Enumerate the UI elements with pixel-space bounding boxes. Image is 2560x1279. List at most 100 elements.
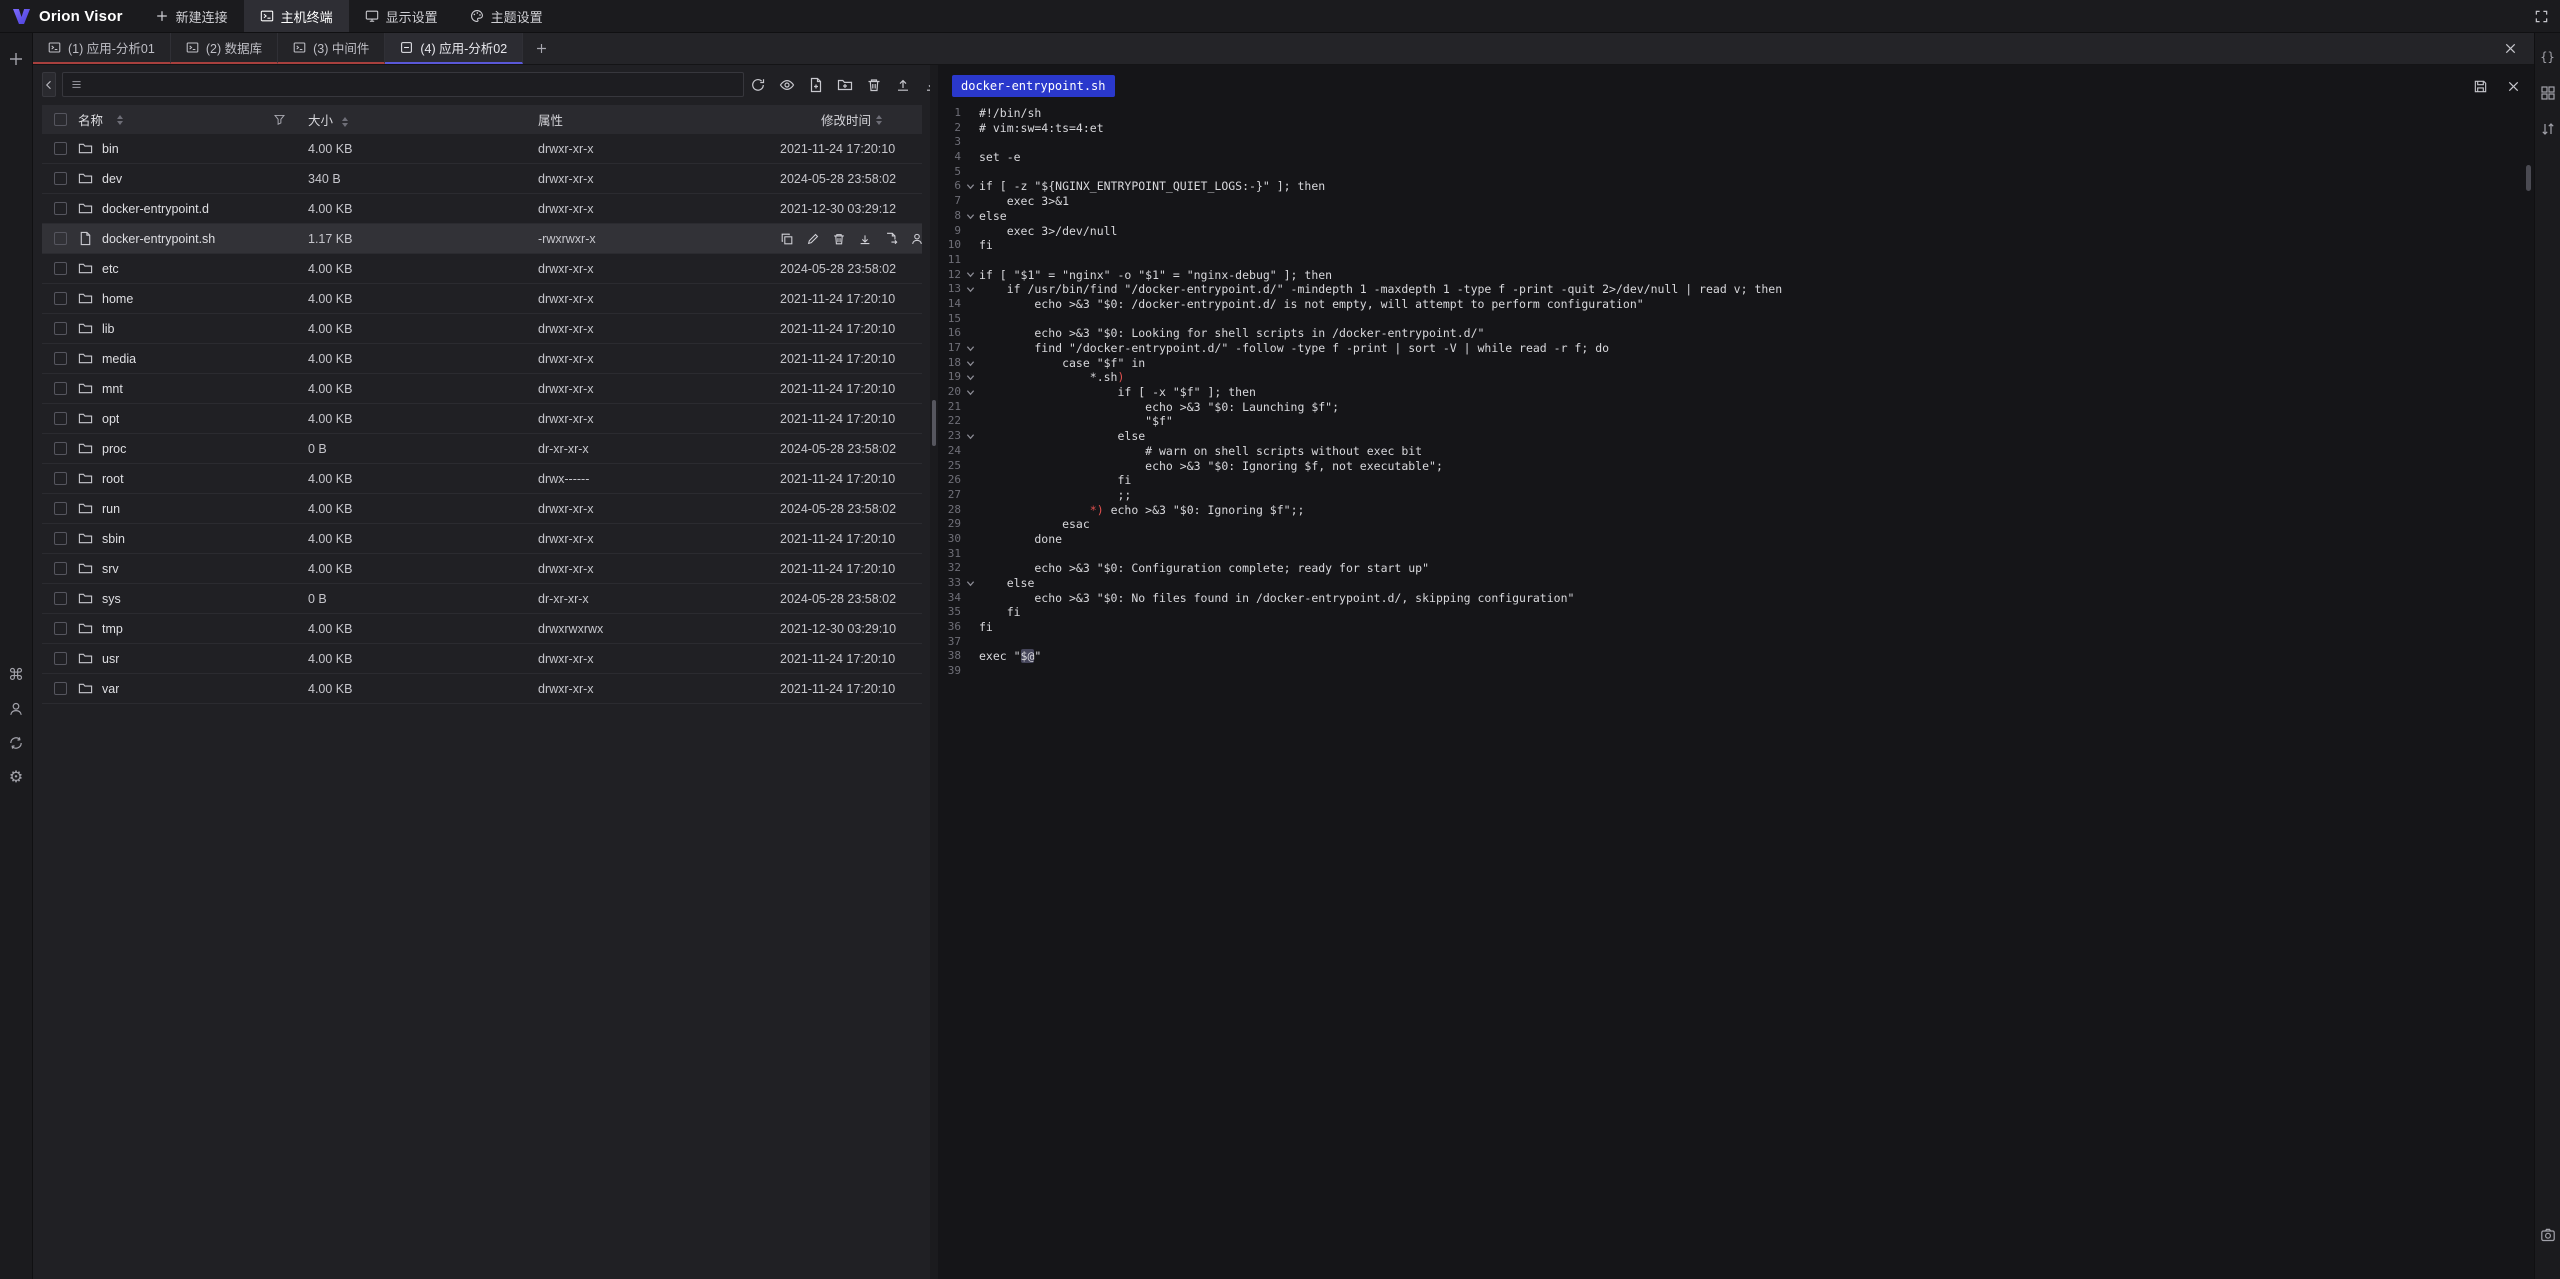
file-name[interactable]: root — [102, 472, 124, 486]
row-checkbox[interactable] — [54, 382, 67, 395]
file-row-tmp[interactable]: tmp4.00 KBdrwxrwxrwx2021-12-30 03:29:10 — [42, 614, 922, 644]
fold-toggle-icon[interactable] — [961, 282, 979, 297]
file-row-bin[interactable]: bin4.00 KBdrwxr-xr-x2021-11-24 17:20:10 — [42, 134, 922, 164]
filter-icon[interactable] — [273, 113, 286, 126]
snippets-icon[interactable]: {} — [2537, 46, 2559, 68]
code-editor[interactable]: 1#!/bin/sh2# vim:sw=4:ts=4:et34set -e56i… — [938, 100, 2534, 1279]
edit-action-icon[interactable] — [806, 232, 820, 246]
row-checkbox[interactable] — [54, 412, 67, 425]
file-name[interactable]: dev — [102, 172, 122, 186]
row-checkbox[interactable] — [54, 142, 67, 155]
row-checkbox[interactable] — [54, 322, 67, 335]
command-snippet-button[interactable]: ⌘ — [5, 664, 27, 686]
file-name[interactable]: sbin — [102, 532, 125, 546]
file-name[interactable]: proc — [102, 442, 126, 456]
file-name[interactable]: opt — [102, 412, 119, 426]
tab-database[interactable]: (2) 数据库 — [171, 33, 278, 64]
close-icon[interactable] — [2501, 40, 2519, 58]
menu-new-connection[interactable]: 新建连接 — [139, 0, 244, 32]
sort-size-icon[interactable] — [342, 117, 348, 127]
file-row-dev[interactable]: dev340 Bdrwxr-xr-x2024-05-28 23:58:02 — [42, 164, 922, 194]
tab-app-analysis-01[interactable]: (1) 应用-分析01 — [33, 33, 171, 64]
refresh-icon[interactable] — [750, 77, 766, 93]
fold-toggle-icon[interactable] — [961, 209, 979, 224]
editor-scrollbar[interactable] — [2526, 165, 2531, 191]
select-all-checkbox[interactable] — [54, 113, 67, 126]
file-row-mnt[interactable]: mnt4.00 KBdrwxr-xr-x2021-11-24 17:20:10 — [42, 374, 922, 404]
row-checkbox[interactable] — [54, 232, 67, 245]
file-name[interactable]: docker-entrypoint.sh — [102, 232, 215, 246]
row-checkbox[interactable] — [54, 202, 67, 215]
row-checkbox[interactable] — [54, 172, 67, 185]
panel-splitter[interactable] — [930, 65, 938, 1279]
menu-theme-settings[interactable]: 主题设置 — [454, 0, 559, 32]
file-row-srv[interactable]: srv4.00 KBdrwxr-xr-x2021-11-24 17:20:10 — [42, 554, 922, 584]
file-row-media[interactable]: media4.00 KBdrwxr-xr-x2021-11-24 17:20:1… — [42, 344, 922, 374]
user-icon[interactable] — [5, 698, 27, 720]
column-mtime[interactable]: 修改时间 — [821, 110, 871, 129]
file-row-lib[interactable]: lib4.00 KBdrwxr-xr-x2021-11-24 17:20:10 — [42, 314, 922, 344]
fold-toggle-icon[interactable] — [961, 385, 979, 400]
permission-action-icon[interactable] — [910, 232, 924, 246]
file-row-sbin[interactable]: sbin4.00 KBdrwxr-xr-x2021-11-24 17:20:10 — [42, 524, 922, 554]
file-row-root[interactable]: root4.00 KBdrwx------2021-11-24 17:20:10 — [42, 464, 922, 494]
path-input[interactable] — [62, 72, 744, 97]
fold-toggle-icon[interactable] — [961, 179, 979, 194]
sort-name-icon[interactable] — [117, 115, 123, 125]
file-name[interactable]: sys — [102, 592, 121, 606]
move-action-icon[interactable] — [884, 232, 898, 246]
upload-icon[interactable] — [895, 77, 911, 93]
back-button[interactable] — [42, 72, 56, 97]
file-name[interactable]: tmp — [102, 622, 123, 636]
row-checkbox[interactable] — [54, 532, 67, 545]
download-action-icon[interactable] — [858, 232, 872, 246]
row-checkbox[interactable] — [54, 502, 67, 515]
sync-icon[interactable] — [5, 732, 27, 754]
grid-icon[interactable] — [2537, 82, 2559, 104]
file-name[interactable]: var — [102, 682, 119, 696]
file-row-usr[interactable]: usr4.00 KBdrwxr-xr-x2021-11-24 17:20:10 — [42, 644, 922, 674]
column-size[interactable]: 大小 — [308, 114, 333, 128]
file-row-run[interactable]: run4.00 KBdrwxr-xr-x2024-05-28 23:58:02 — [42, 494, 922, 524]
row-checkbox[interactable] — [54, 472, 67, 485]
file-name[interactable]: media — [102, 352, 136, 366]
row-checkbox[interactable] — [54, 562, 67, 575]
file-name[interactable]: home — [102, 292, 133, 306]
menu-display-settings[interactable]: 显示设置 — [349, 0, 454, 32]
screenshot-icon[interactable] — [2537, 1224, 2559, 1246]
file-row-docker-entrypoint.d[interactable]: docker-entrypoint.d4.00 KBdrwxr-xr-x2021… — [42, 194, 922, 224]
copy-action-icon[interactable] — [780, 232, 794, 246]
settings-button[interactable]: ⚙ — [5, 766, 27, 788]
fold-toggle-icon[interactable] — [961, 370, 979, 385]
new-file-icon[interactable] — [808, 77, 824, 93]
file-name[interactable]: mnt — [102, 382, 123, 396]
row-checkbox[interactable] — [54, 592, 67, 605]
preview-icon[interactable] — [779, 77, 795, 93]
row-checkbox[interactable] — [54, 652, 67, 665]
splitter-thumb[interactable] — [932, 400, 936, 446]
fold-toggle-icon[interactable] — [961, 576, 979, 591]
row-checkbox[interactable] — [54, 622, 67, 635]
sort-mtime-icon[interactable] — [876, 115, 882, 125]
column-name[interactable]: 名称 — [78, 110, 103, 129]
delete-icon[interactable] — [866, 77, 882, 93]
editor-close-icon[interactable] — [2504, 77, 2522, 95]
file-row-sys[interactable]: sys0 Bdr-xr-xr-x2024-05-28 23:58:02 — [42, 584, 922, 614]
tab-middleware[interactable]: (3) 中间件 — [278, 33, 385, 64]
tab-app-analysis-02[interactable]: (4) 应用-分析02 — [385, 33, 523, 64]
delete-action-icon[interactable] — [832, 232, 846, 246]
editor-file-badge[interactable]: docker-entrypoint.sh — [952, 75, 1115, 97]
file-row-docker-entrypoint.sh[interactable]: docker-entrypoint.sh1.17 KB-rwxrwxr-x — [42, 224, 922, 254]
row-checkbox[interactable] — [54, 682, 67, 695]
row-checkbox[interactable] — [54, 352, 67, 365]
row-checkbox[interactable] — [54, 442, 67, 455]
file-name[interactable]: usr — [102, 652, 119, 666]
save-icon[interactable] — [2471, 77, 2489, 95]
menu-host-terminal[interactable]: 主机终端 — [244, 0, 349, 32]
fold-toggle-icon[interactable] — [961, 341, 979, 356]
new-folder-icon[interactable] — [837, 77, 853, 93]
sort-icon[interactable] — [2537, 118, 2559, 140]
file-row-opt[interactable]: opt4.00 KBdrwxr-xr-x2021-11-24 17:20:10 — [42, 404, 922, 434]
add-connection-button[interactable] — [5, 48, 27, 70]
file-row-etc[interactable]: etc4.00 KBdrwxr-xr-x2024-05-28 23:58:02 — [42, 254, 922, 284]
